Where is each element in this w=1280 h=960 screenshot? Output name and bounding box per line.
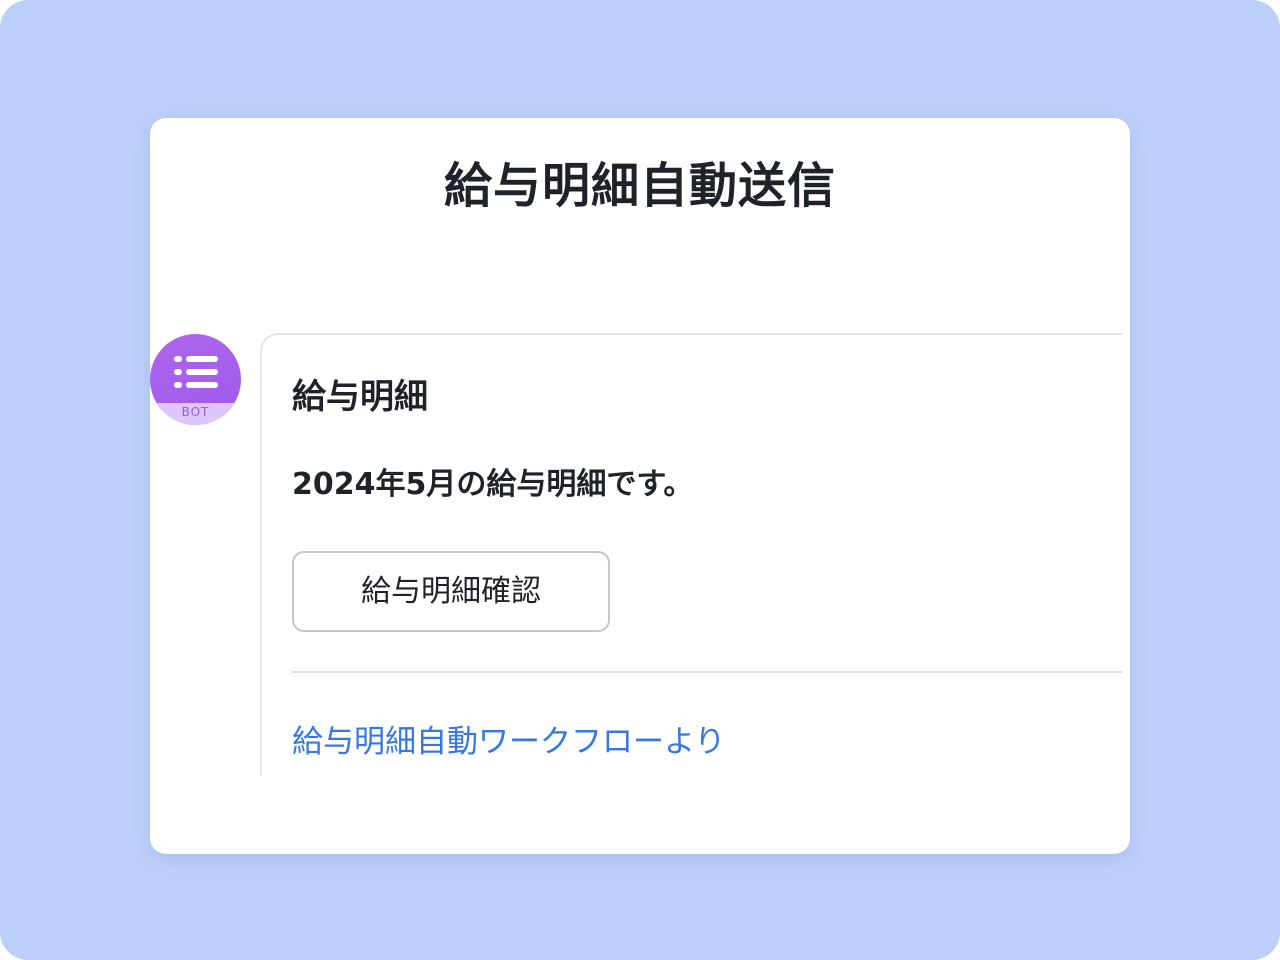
workflow-source-link[interactable]: 給与明細自動ワークフローより [292, 721, 725, 763]
message-body: 2024年5月の給与明細です。 [292, 467, 694, 502]
card-title: 給与明細自動送信 [443, 158, 836, 214]
divider [292, 671, 1122, 673]
bot-badge: BOT [150, 403, 241, 425]
bot-message: 給与明細 2024年5月の給与明細です。 給与明細確認 給与明細自動ワークフロー… [260, 333, 1122, 775]
bot-avatar[interactable]: BOT [150, 334, 241, 425]
notification-card: 給与明細自動送信 BOT 給与明細 2024年5月の給与明細です。 給与明細確認… [150, 118, 1130, 854]
view-payslip-button[interactable]: 給与明細確認 [292, 551, 610, 632]
list-icon [174, 356, 218, 388]
message-title: 給与明細 [292, 377, 428, 417]
